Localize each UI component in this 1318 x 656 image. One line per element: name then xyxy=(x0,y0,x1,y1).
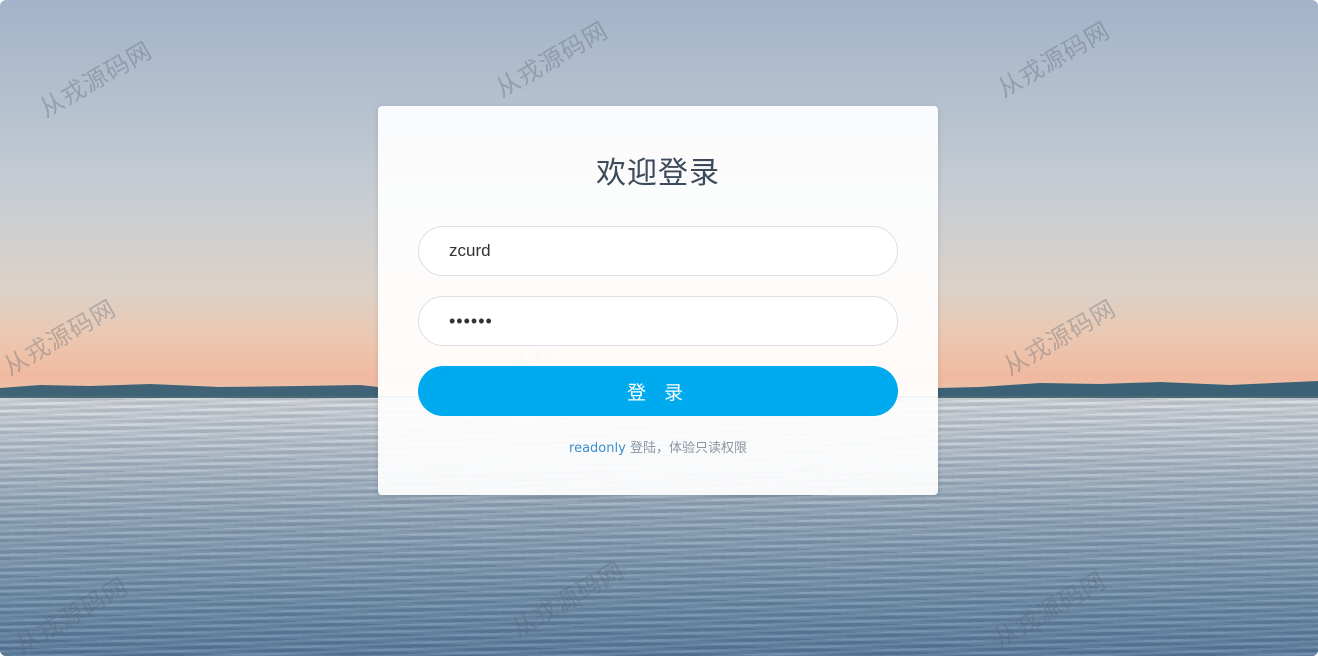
watermark-text: 从戎源码网 xyxy=(34,36,157,124)
login-title: 欢迎登录 xyxy=(596,156,720,191)
readonly-hint: readonly 登陆，体验只读权限 xyxy=(378,437,938,456)
readonly-login-link[interactable]: readonly xyxy=(569,441,626,456)
login-card: 欢迎登录 登 录 readonly 登陆，体验只读权限 xyxy=(378,106,938,495)
watermark-text: 从戎源码网 xyxy=(998,294,1121,382)
watermark-text: 从戎源码网 xyxy=(0,294,121,382)
readonly-hint-text: 登陆，体验只读权限 xyxy=(625,441,747,456)
login-page: 从戎源码网 从戎源码网 从戎源码网 从戎源码网 从戎源码网 从戎源码网 从戎源码… xyxy=(0,0,1318,656)
username-input[interactable] xyxy=(418,226,898,276)
watermark-text: 从戎源码网 xyxy=(490,16,613,104)
password-input[interactable] xyxy=(418,296,898,346)
watermark-text: 从戎源码网 xyxy=(992,16,1115,104)
login-button[interactable]: 登 录 xyxy=(418,366,898,416)
